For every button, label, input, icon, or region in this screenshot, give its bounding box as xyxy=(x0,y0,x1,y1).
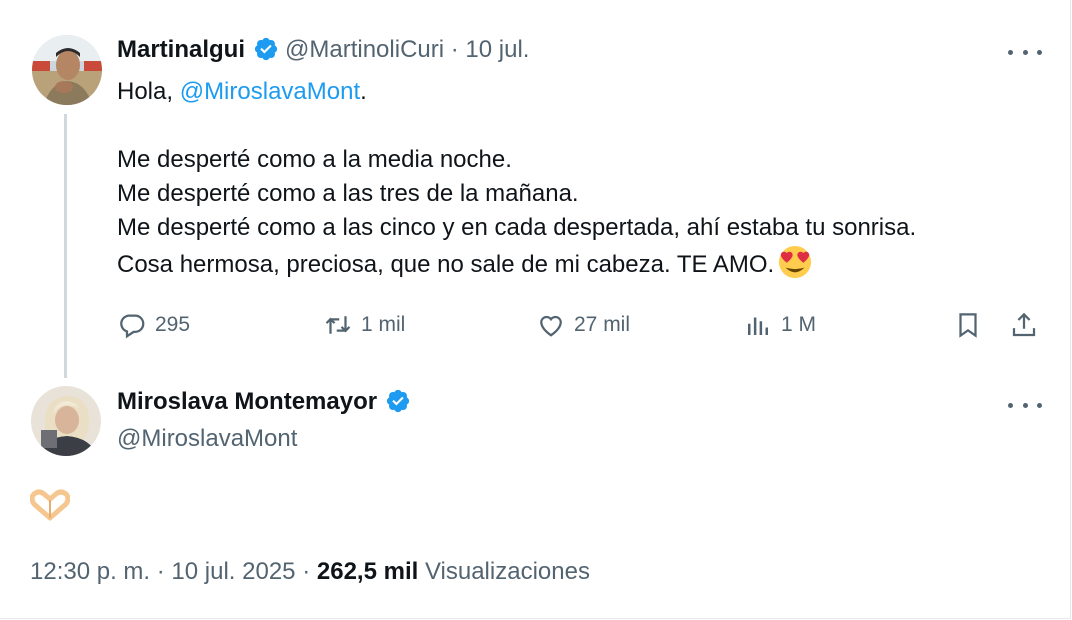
share-button[interactable] xyxy=(1009,310,1047,340)
avatar-martinalgui-image xyxy=(32,35,102,105)
retweet-button[interactable]: 1 mil xyxy=(323,310,405,340)
like-count: 27 mil xyxy=(574,313,631,336)
tweet-text-line: Me desperté como a las tres de la mañana… xyxy=(117,180,579,207)
reply-author-name[interactable]: Martinalgui xyxy=(117,36,245,63)
heart-hands-emoji-icon xyxy=(30,489,70,521)
reply-greeting-line: Hola, @MiroslavaMont. xyxy=(117,75,916,109)
reply-tweet-header: Martinalgui @MartinoliCuri · 10 jul. xyxy=(117,36,529,64)
share-icon xyxy=(1012,312,1036,337)
reply-tweet-text: Hola, @MiroslavaMont. Me desperté como a… xyxy=(117,75,916,279)
main-more-options-icon[interactable] xyxy=(1008,395,1042,415)
bookmark-button[interactable] xyxy=(953,310,991,340)
mention-link[interactable]: @MiroslavaMont xyxy=(180,78,360,105)
reply-action-bar: 295 1 mil 27 mil 1 M xyxy=(117,310,1042,346)
tweet-text-line: Cosa hermosa, preciosa, que no sale de m… xyxy=(117,251,775,278)
meta-separator: · xyxy=(302,558,311,585)
views-chart-icon xyxy=(748,317,768,335)
heart-icon xyxy=(540,315,562,337)
tweet-text-line: Me desperté como a las cinco y en cada d… xyxy=(117,214,917,241)
reply-date[interactable]: 10 jul. xyxy=(465,36,529,63)
verified-badge-icon[interactable] xyxy=(385,388,411,414)
like-button[interactable]: 27 mil xyxy=(536,310,630,340)
greeting-text: Hola, xyxy=(117,78,180,105)
thread-line xyxy=(64,114,67,378)
retweet-count: 1 mil xyxy=(361,313,406,336)
bookmark-icon xyxy=(959,313,977,338)
reply-button[interactable]: 295 xyxy=(117,310,190,340)
avatar-miroslava[interactable] xyxy=(31,386,101,456)
tweet-date[interactable]: 10 jul. 2025 xyxy=(171,558,295,585)
reply-author-handle[interactable]: @MartinoliCuri xyxy=(285,36,444,63)
greeting-period: . xyxy=(360,78,367,105)
reply-count: 295 xyxy=(155,313,191,336)
tweet-text-line: Me desperté como a la media noche. xyxy=(117,146,512,173)
tweet-text-line-last: Cosa hermosa, preciosa, que no sale de m… xyxy=(117,245,916,279)
meta-separator: · xyxy=(156,558,165,585)
views-button[interactable]: 1 M xyxy=(743,310,816,340)
main-author-name[interactable]: Miroslava Montemayor xyxy=(117,388,377,415)
tweet-time[interactable]: 12:30 p. m. xyxy=(30,558,150,585)
verified-badge-icon[interactable] xyxy=(253,36,279,62)
reply-icon xyxy=(120,314,145,339)
reply-more-options-icon[interactable] xyxy=(1008,42,1042,62)
reply-separator: · xyxy=(450,36,459,63)
avatar-martinalgui[interactable] xyxy=(32,35,102,105)
avatar-miroslava-image xyxy=(31,386,101,456)
main-tweet-author-row: Miroslava Montemayor xyxy=(117,388,417,416)
views-label: Visualizaciones xyxy=(424,558,590,585)
retweet-icon xyxy=(325,316,351,334)
main-author-handle[interactable]: @MiroslavaMont xyxy=(117,425,297,453)
views-total: 262,5 mil xyxy=(316,558,419,585)
heart-eyes-emoji-icon xyxy=(779,245,812,279)
views-count: 1 M xyxy=(781,313,817,336)
tweet-meta-line: 12:30 p. m. · 10 jul. 2025 · 262,5 mil V… xyxy=(30,558,590,586)
